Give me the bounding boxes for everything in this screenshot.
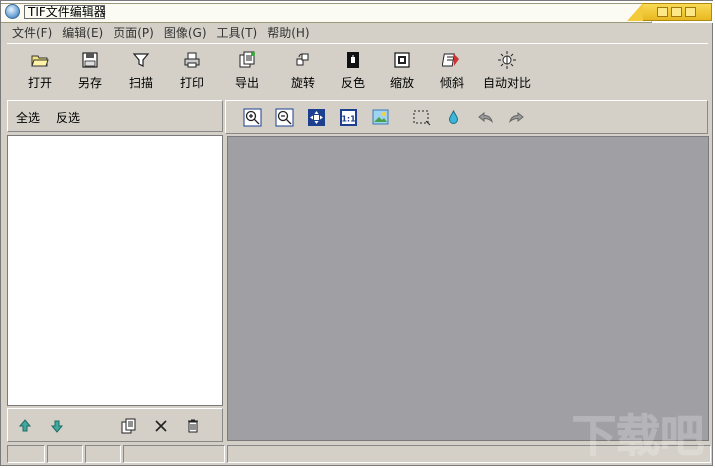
skew-label: 倾斜 — [439, 76, 464, 90]
zoom-label: 缩放 — [389, 76, 414, 90]
save-as-label: 另存 — [77, 76, 102, 90]
open-label: 打开 — [27, 76, 52, 90]
rotate-icon — [296, 53, 309, 66]
zoom-in-icon[interactable] — [243, 108, 262, 127]
menu-bar: 文件(F) 编辑(E) 页面(P) 图像(G) 工具(T) 帮助(H) — [7, 23, 315, 43]
actual-size-icon[interactable]: 1:1 — [339, 108, 358, 127]
save-as-button[interactable]: 另存 — [73, 50, 107, 91]
dropper-icon[interactable] — [444, 108, 463, 127]
undo-icon[interactable] — [476, 108, 495, 127]
insert-page-icon[interactable] — [120, 417, 138, 435]
printer-icon — [184, 52, 200, 68]
menu-tools[interactable]: 工具(T) — [212, 23, 263, 43]
minimize-button[interactable] — [657, 7, 668, 17]
menu-help[interactable]: 帮助(H) — [262, 23, 314, 43]
invert-color-label: 反色 — [340, 76, 365, 90]
page-thumbnail-list[interactable] — [7, 135, 223, 406]
menu-file[interactable]: 文件(F) — [7, 23, 57, 43]
trash-icon[interactable] — [184, 417, 202, 435]
image-view-icon[interactable] — [371, 108, 390, 127]
redo-icon[interactable] — [507, 108, 526, 127]
svg-text:1:1: 1:1 — [341, 115, 356, 124]
maximize-button[interactable] — [671, 7, 682, 17]
invert-select-button[interactable]: 反选 — [56, 109, 80, 126]
status-cell-4 — [123, 445, 225, 463]
main-toolbar: 打开 另存 扫描 打印 导出 旋转 反色 缩放 倾斜 自动对比 — [7, 43, 708, 99]
zoom-out-icon[interactable] — [275, 108, 294, 127]
watermark-text: 下载吧 — [572, 411, 704, 462]
watermark-logo: 下载吧 — [572, 411, 705, 463]
auto-contrast-button[interactable]: 自动对比 — [479, 50, 535, 91]
zoom-frame-icon — [394, 52, 410, 68]
print-label: 打印 — [179, 76, 204, 90]
window-controls — [627, 3, 712, 21]
move-up-arrow-icon[interactable] — [16, 417, 34, 435]
zoom-button[interactable]: 缩放 — [385, 50, 419, 91]
skew-icon — [442, 53, 459, 67]
page-list-header: 全选 反选 — [7, 100, 223, 132]
select-all-button[interactable]: 全选 — [16, 109, 40, 126]
scanner-funnel-icon — [132, 53, 150, 67]
menu-edit[interactable]: 编辑(E) — [57, 23, 108, 43]
export-button[interactable]: 导出 — [230, 50, 264, 91]
menu-page[interactable]: 页面(P) — [108, 23, 159, 43]
rotate-label: 旋转 — [290, 76, 315, 90]
scan-button[interactable]: 扫描 — [124, 50, 158, 91]
print-button[interactable]: 打印 — [175, 50, 209, 91]
selection-marquee-icon[interactable] — [412, 108, 431, 127]
status-cell-1 — [7, 445, 45, 463]
contrast-sun-icon — [498, 51, 516, 69]
move-down-arrow-icon[interactable] — [48, 417, 66, 435]
menu-image[interactable]: 图像(G) — [159, 23, 212, 43]
auto-contrast-label: 自动对比 — [482, 76, 531, 90]
title-bar[interactable]: TIF文件编辑器 — [1, 1, 714, 23]
export-document-icon — [239, 51, 255, 68]
window-title: TIF文件编辑器 — [28, 5, 106, 19]
view-toolbar: 1:1 — [225, 100, 708, 134]
app-globe-icon[interactable] — [5, 4, 20, 19]
status-cell-3 — [85, 445, 121, 463]
page-list-footer — [7, 408, 223, 442]
invert-color-button[interactable]: 反色 — [336, 50, 370, 91]
skew-button[interactable]: 倾斜 — [435, 50, 469, 91]
invert-color-icon — [347, 52, 359, 68]
app-window: TIF文件编辑器 文件(F) 编辑(E) 页面(P) 图像(G) 工具(T) 帮… — [0, 0, 714, 466]
fit-window-icon[interactable] — [307, 108, 326, 127]
floppy-disk-icon — [82, 52, 98, 68]
status-cell-2 — [47, 445, 83, 463]
rotate-button[interactable]: 旋转 — [286, 50, 320, 91]
folder-open-icon — [31, 55, 49, 67]
image-canvas[interactable] — [227, 136, 709, 441]
close-button[interactable] — [685, 7, 696, 17]
close-x-icon[interactable] — [152, 417, 170, 435]
open-button[interactable]: 打开 — [23, 50, 57, 91]
export-label: 导出 — [234, 76, 259, 90]
scan-label: 扫描 — [128, 76, 153, 90]
